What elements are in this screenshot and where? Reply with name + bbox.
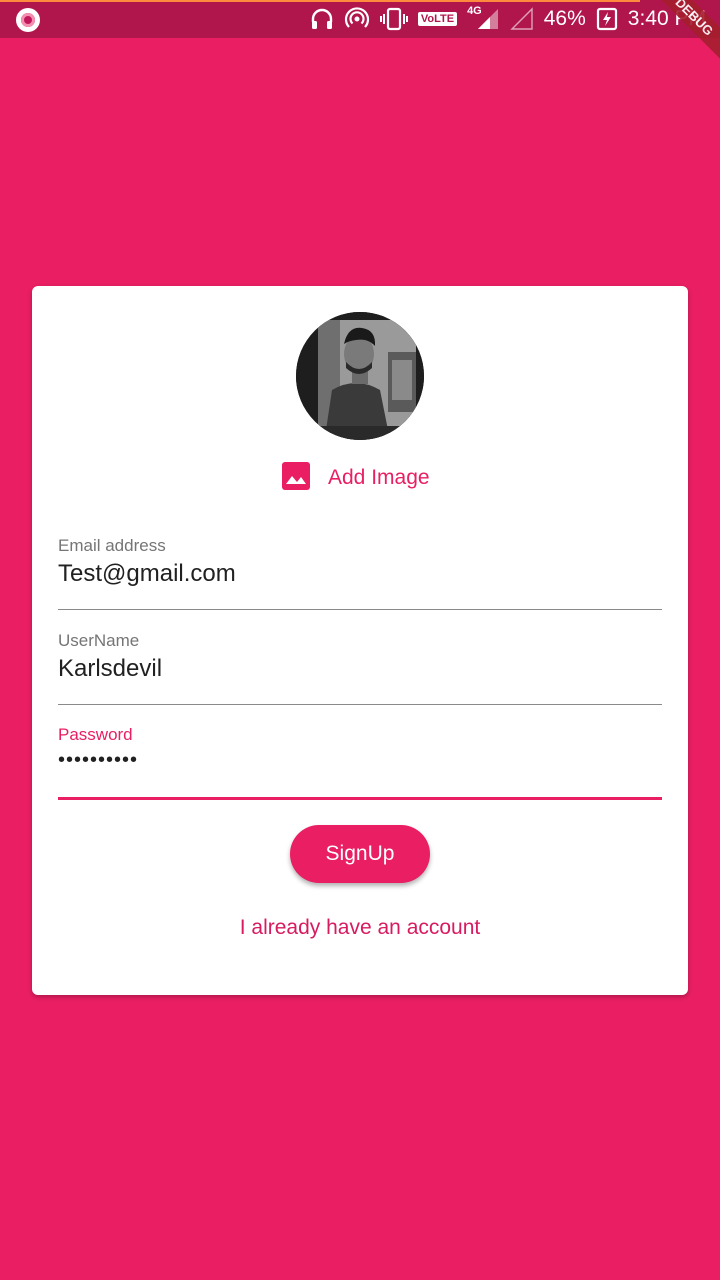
email-field[interactable]: Email address Test@gmail.com [58,536,662,611]
already-have-account-link[interactable]: I already have an account [32,916,688,940]
email-label: Email address [58,536,166,555]
record-icon [16,8,40,32]
password-field[interactable]: Password •••••••••• [58,725,662,801]
battery-percent: 46% [543,7,586,30]
status-icons: VoLTE 4G 46% 3:40 PM [310,0,706,38]
add-image-label: Add Image [328,466,430,489]
hotspot-icon [344,7,370,31]
image-icon [280,460,312,497]
volte-icon: VoLTE [417,12,458,26]
signup-card: Add Image Email address Test@gmail.com U… [32,286,688,995]
signal-empty-icon [510,7,534,31]
email-input[interactable]: Test@gmail.com [58,560,662,588]
password-underline [58,797,662,800]
network-type: 4G [467,5,482,17]
signal-icon: 4G [467,5,500,31]
battery-icon [596,7,618,31]
status-bar: VoLTE 4G 46% 3:40 PM [0,0,720,38]
password-input[interactable]: •••••••••• [58,749,662,772]
signup-button[interactable]: SignUp [290,825,430,883]
password-label: Password [58,725,133,744]
username-input[interactable]: Karlsdevil [58,655,662,683]
email-underline [58,609,662,610]
add-image-button[interactable]: Add Image [280,460,430,496]
profile-photo [296,312,424,440]
username-field[interactable]: UserName Karlsdevil [58,631,662,706]
avatar[interactable] [296,312,424,440]
username-underline [58,704,662,705]
headphones-icon [310,7,334,31]
vibrate-icon [379,7,408,31]
username-label: UserName [58,631,140,650]
